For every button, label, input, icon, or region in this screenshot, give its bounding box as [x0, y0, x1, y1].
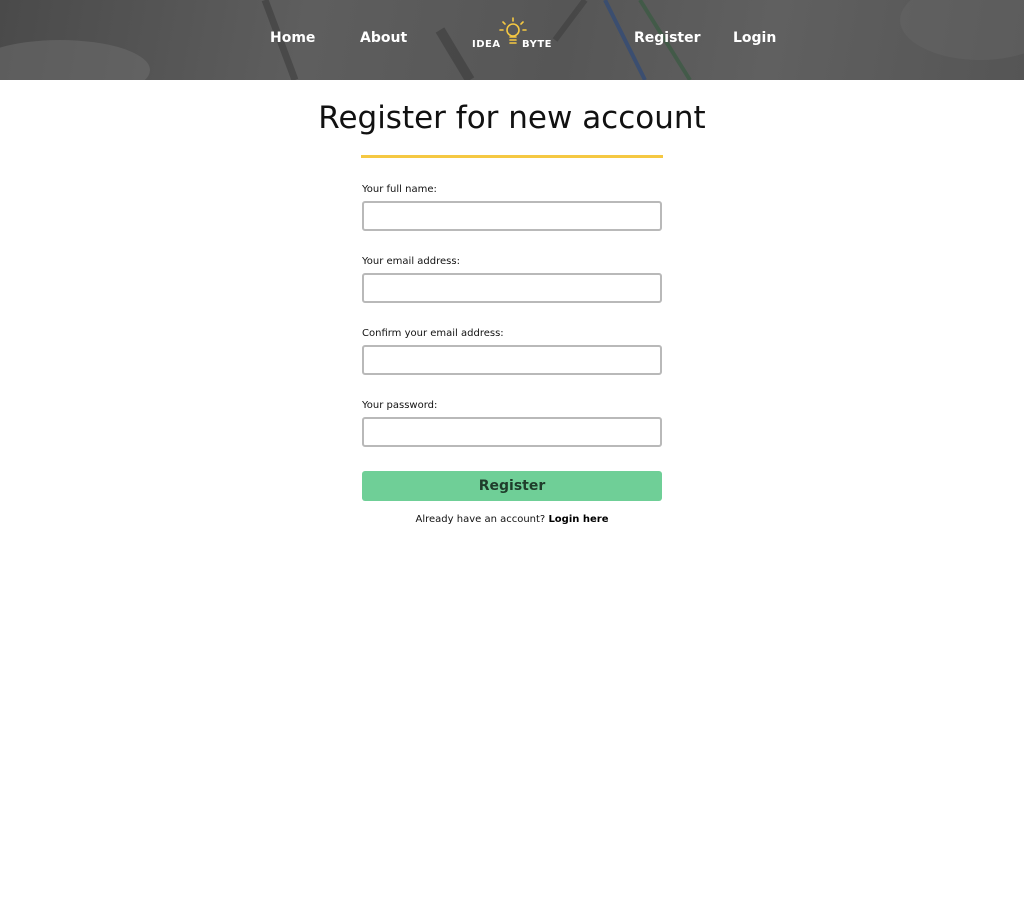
title-underline-divider [361, 155, 663, 158]
nav-login-link[interactable]: Login [733, 28, 776, 48]
full-name-label: Your full name: [362, 184, 437, 195]
top-navigation-bar: Home About IDEA BYTE Register Login [0, 0, 1024, 80]
logo-text-left: IDEA [472, 39, 501, 50]
nav-register-link[interactable]: Register [634, 28, 701, 48]
login-prompt-text: Already have an account? [415, 514, 546, 525]
page-title: Register for new account [318, 100, 706, 136]
login-here-link[interactable]: Login here [548, 514, 608, 525]
nav-home-link[interactable]: Home [270, 28, 315, 48]
email-input[interactable] [362, 273, 662, 303]
confirm-email-label: Confirm your email address: [362, 328, 504, 339]
ideabyte-logo[interactable]: IDEA BYTE [470, 16, 554, 54]
email-label: Your email address: [362, 256, 460, 267]
full-name-input[interactable] [362, 201, 662, 231]
register-submit-button[interactable]: Register [362, 471, 662, 501]
logo-text-right: BYTE [522, 39, 552, 50]
confirm-email-input[interactable] [362, 345, 662, 375]
password-input[interactable] [362, 417, 662, 447]
password-label: Your password: [362, 400, 438, 411]
nav-about-link[interactable]: About [360, 28, 407, 48]
registration-form: Your full name: Your email address: Conf… [362, 183, 662, 525]
login-prompt: Already have an account? Login here [362, 514, 662, 525]
